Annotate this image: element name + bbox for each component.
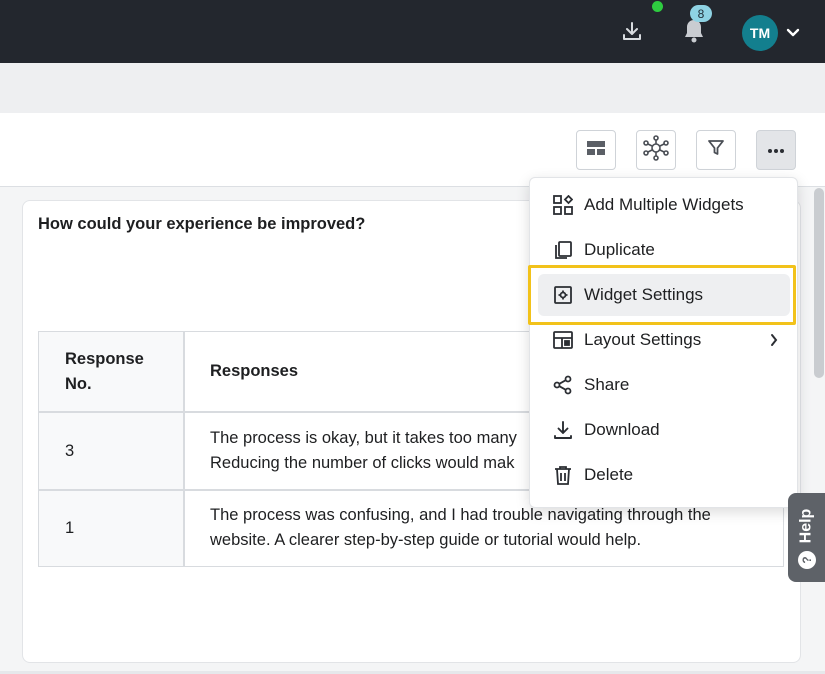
widgets-icon (552, 194, 574, 216)
table-row-no: 1 (65, 519, 75, 537)
filter-icon (707, 139, 725, 162)
help-label: Help (797, 508, 815, 543)
menu-item-delete[interactable]: Delete (538, 454, 790, 496)
more-icon (767, 141, 785, 159)
layout-button[interactable] (576, 130, 616, 170)
scrollbar-thumb[interactable] (814, 188, 824, 378)
menu-item-share[interactable]: Share (538, 364, 790, 406)
layout-icon (586, 140, 606, 161)
subheader-band (0, 63, 825, 113)
network-button[interactable] (636, 130, 676, 170)
menu-item-duplicate[interactable]: Duplicate (538, 229, 790, 271)
menu-item-label: Layout Settings (584, 330, 702, 349)
status-dot (652, 1, 663, 12)
table-row-response: The process was confusing, and I had tro… (210, 506, 711, 549)
settings-square-icon (552, 284, 574, 306)
trash-icon (552, 464, 574, 486)
menu-item-label: Share (584, 375, 630, 394)
table-row-no: 3 (65, 442, 75, 460)
network-icon (643, 134, 669, 166)
widget-title: How could your experience be improved? (38, 215, 366, 233)
table-row-response: The process is okay, but it takes too ma… (210, 429, 517, 472)
table-column-divider (183, 331, 185, 567)
copy-icon (552, 239, 574, 261)
menu-item-label: Duplicate (584, 240, 655, 259)
download-icon[interactable] (618, 17, 646, 45)
menu-item-label: Delete (584, 465, 634, 484)
question-icon: ? (797, 550, 816, 569)
filter-button[interactable] (696, 130, 736, 170)
menu-item-label: Add Multiple Widgets (584, 195, 744, 214)
menu-item-label: Download (584, 420, 660, 439)
share-icon (552, 374, 574, 396)
help-button[interactable]: Help ? (788, 493, 825, 582)
more-options-button[interactable] (756, 130, 796, 170)
table-header-responses: Responses (210, 362, 299, 380)
chevron-down-icon[interactable] (784, 24, 802, 42)
chevron-right-icon (770, 333, 778, 347)
menu-item-download[interactable]: Download (538, 409, 790, 451)
layout-icon (552, 329, 574, 351)
menu-item-label: Widget Settings (584, 285, 704, 304)
avatar[interactable]: TM (742, 15, 778, 51)
notification-badge: 8 (690, 5, 712, 22)
menu-item-add-multiple-widgets[interactable]: Add Multiple Widgets (538, 184, 790, 226)
menu-item-widget-settings[interactable]: Widget Settings (538, 274, 790, 316)
table-header-response-no: Response No. (65, 350, 144, 393)
download-icon (552, 419, 574, 441)
menu-item-layout-settings[interactable]: Layout Settings (538, 319, 790, 361)
